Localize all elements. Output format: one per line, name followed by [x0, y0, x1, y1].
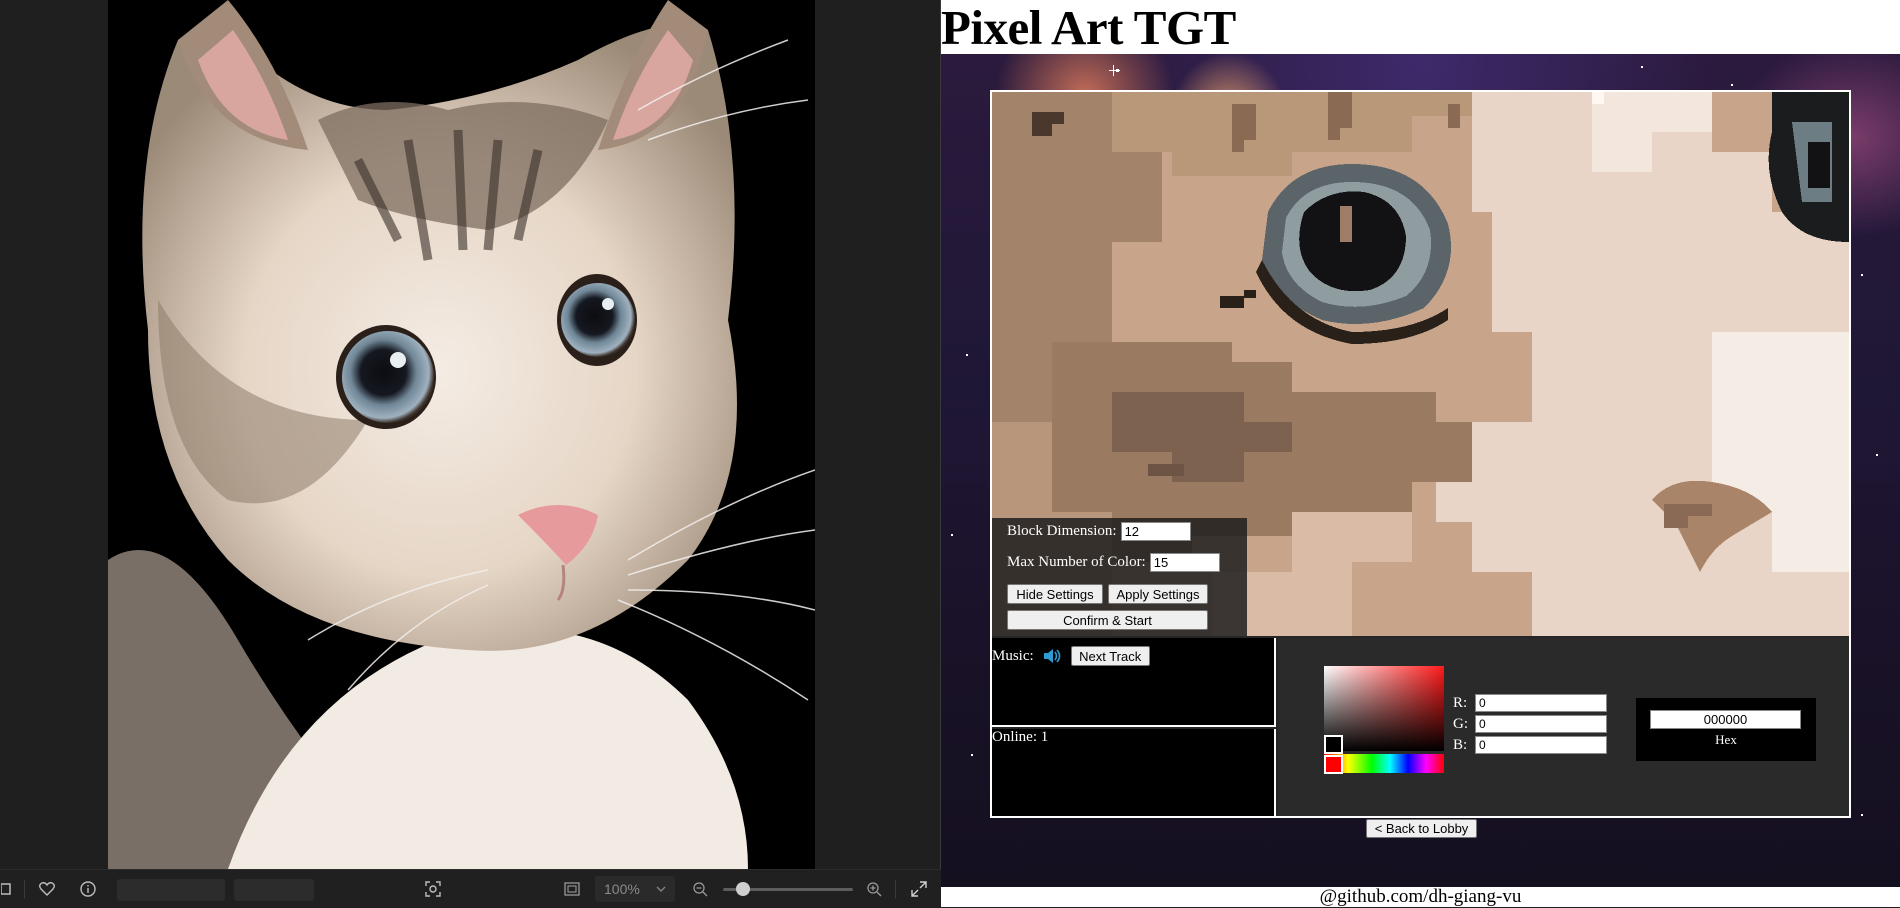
star	[1876, 454, 1878, 456]
toolbar-divider	[895, 880, 896, 898]
star	[966, 354, 968, 356]
zoom-level-value: 100%	[604, 881, 640, 897]
toolbar-divider	[24, 880, 25, 898]
toolbar-placeholder-box	[117, 879, 225, 901]
music-row: Music: Next Track	[992, 646, 1150, 666]
settings-panel: Block Dimension: Max Number of Color: Hi…	[992, 518, 1247, 636]
blue-row: B:	[1453, 736, 1607, 754]
music-box: Music: Next Track	[992, 638, 1276, 727]
red-label: R:	[1453, 694, 1468, 711]
info-icon[interactable]	[77, 870, 99, 908]
settings-buttons-row: Hide Settings Apply Settings	[1007, 584, 1208, 604]
hex-box: 000000 Hex	[1636, 698, 1816, 761]
red-input[interactable]	[1475, 694, 1607, 712]
chevron-down-icon	[656, 886, 666, 892]
green-input[interactable]	[1475, 715, 1607, 733]
confirm-start-row: Confirm & Start	[1007, 610, 1208, 630]
star	[951, 534, 953, 536]
green-label: G:	[1453, 715, 1468, 732]
blue-input[interactable]	[1475, 736, 1607, 754]
block-dimension-label: Block Dimension:	[1007, 523, 1117, 539]
speaker-icon[interactable]	[1042, 647, 1062, 665]
bottom-panel: Music: Next Track Online: 1 R: G:	[992, 636, 1849, 816]
max-colors-row: Max Number of Color:	[1007, 553, 1220, 572]
hide-settings-button[interactable]: Hide Settings	[1007, 584, 1103, 604]
star	[1731, 84, 1733, 86]
online-box: Online: 1	[992, 729, 1276, 816]
max-colors-input[interactable]	[1149, 553, 1220, 572]
apply-settings-button[interactable]: Apply Settings	[1108, 584, 1208, 604]
hue-color-swatch[interactable]	[1324, 755, 1343, 774]
star	[1109, 70, 1120, 71]
confirm-start-button[interactable]: Confirm & Start	[1007, 610, 1208, 630]
star	[1641, 66, 1643, 68]
red-row: R:	[1453, 694, 1607, 712]
expand-icon[interactable]	[907, 870, 931, 908]
footer-credit: @github.com/dh-giang-vu	[941, 887, 1900, 907]
game-panel: Block Dimension: Max Number of Color: Hi…	[990, 90, 1851, 818]
face-detect-icon[interactable]	[422, 870, 444, 908]
music-label: Music:	[992, 647, 1034, 664]
current-color-swatch[interactable]	[1324, 735, 1343, 754]
blue-label: B:	[1453, 736, 1468, 753]
page-title: Pixel Art TGT	[941, 0, 1236, 55]
color-picker: R: G: B: 000000 Hex	[1278, 638, 1849, 816]
zoom-out-icon[interactable]	[690, 870, 710, 908]
online-count: Online: 1	[992, 729, 1049, 745]
cat-photo	[108, 0, 815, 869]
toolbar-placeholder-box	[234, 879, 314, 901]
star	[1861, 814, 1863, 816]
photo-viewer: 100%	[0, 0, 941, 907]
heart-icon[interactable]	[36, 870, 58, 908]
next-track-button[interactable]: Next Track	[1070, 646, 1150, 666]
back-to-lobby-button[interactable]: < Back to Lobby	[1366, 819, 1477, 838]
block-dimension-row: Block Dimension:	[1007, 522, 1191, 541]
fit-screen-icon[interactable]	[561, 870, 583, 908]
hex-label: Hex	[1715, 732, 1737, 747]
max-colors-label: Max Number of Color:	[1007, 554, 1146, 570]
star	[1861, 274, 1863, 276]
star	[971, 754, 973, 756]
zoom-in-icon[interactable]	[864, 870, 884, 908]
cat-photo-image	[108, 0, 815, 869]
viewer-toolbar: 100%	[0, 869, 941, 907]
film-strip-icon[interactable]	[0, 870, 14, 908]
hex-input[interactable]: 000000	[1650, 710, 1801, 729]
block-dimension-input[interactable]	[1120, 522, 1191, 541]
pixel-art-canvas[interactable]: Block Dimension: Max Number of Color: Hi…	[992, 92, 1849, 636]
zoom-slider-handle[interactable]	[735, 882, 750, 896]
green-row: G:	[1453, 715, 1607, 733]
zoom-level-select[interactable]: 100%	[595, 876, 675, 902]
